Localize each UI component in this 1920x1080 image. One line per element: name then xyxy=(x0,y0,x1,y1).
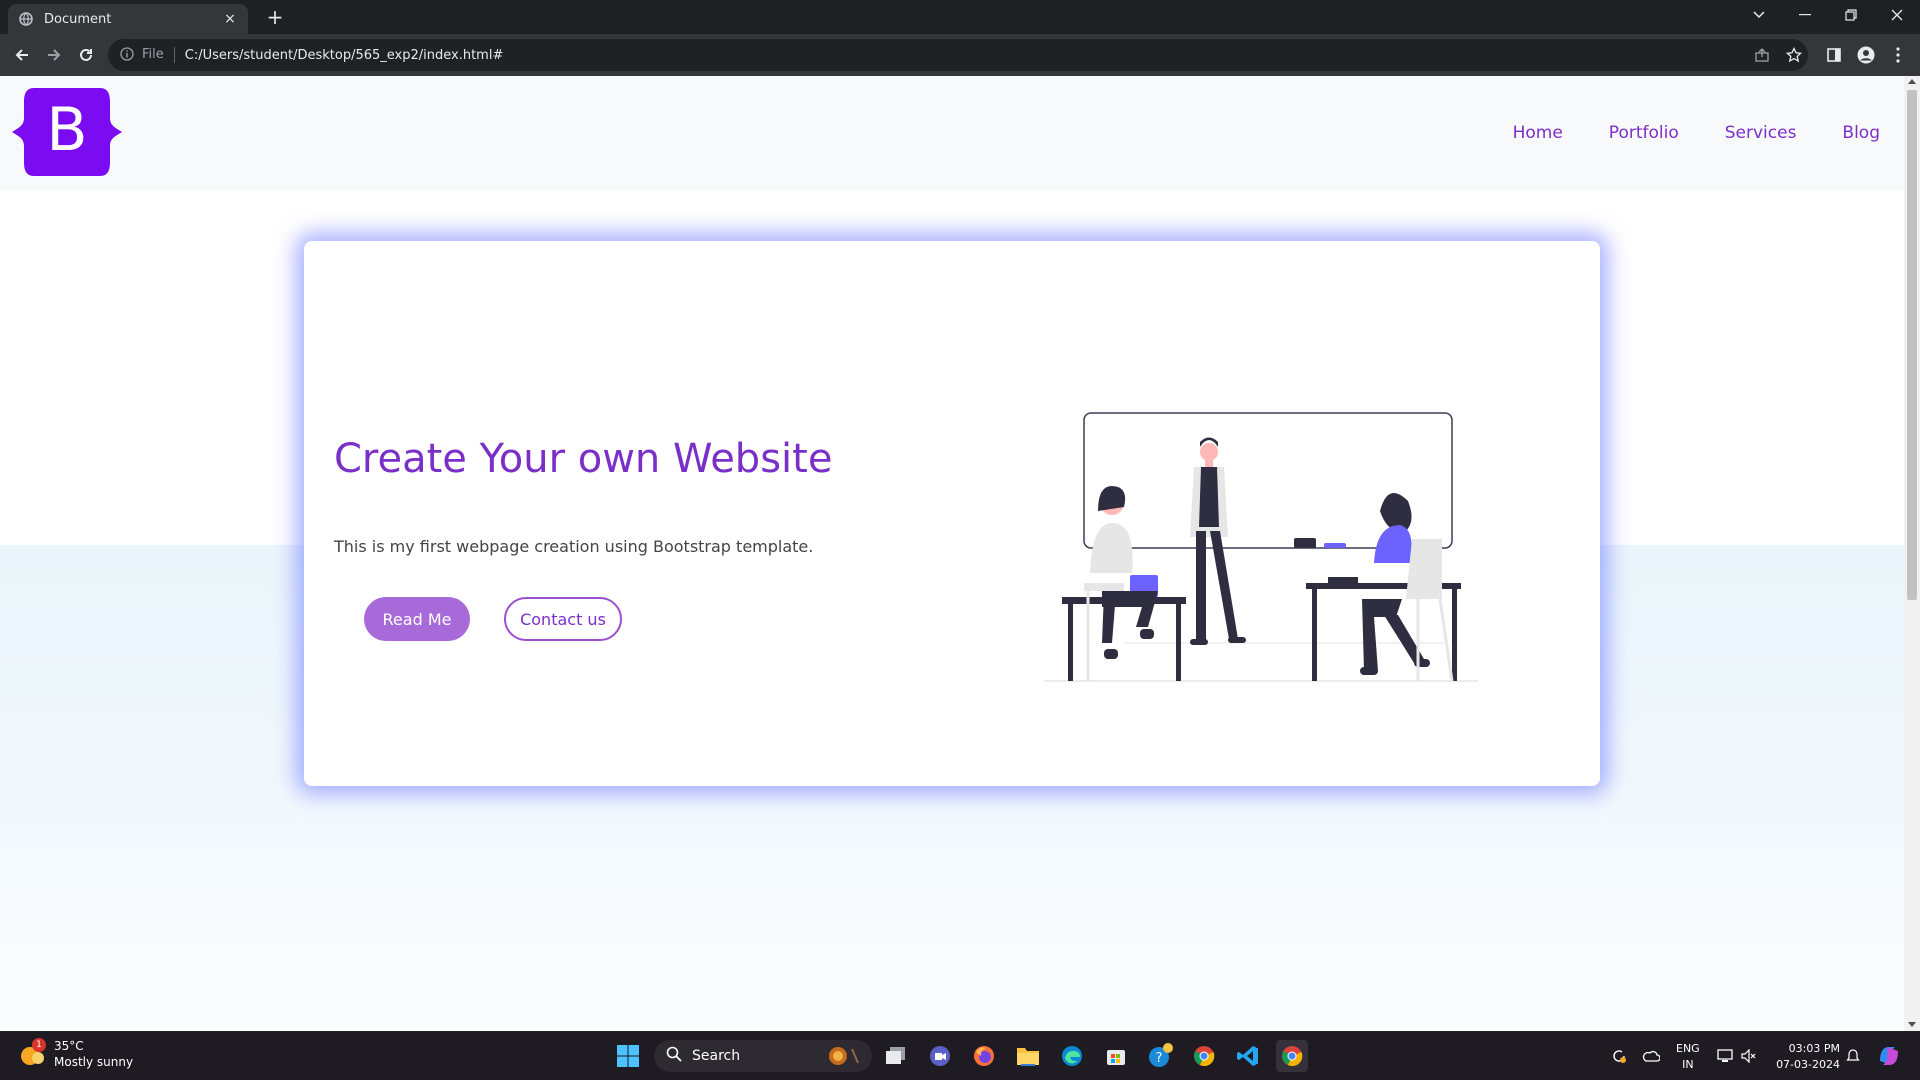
tab-search-icon[interactable] xyxy=(1736,0,1782,30)
file-scheme-label: File xyxy=(142,47,175,63)
clock-time: 03:03 PM xyxy=(1788,1042,1840,1055)
favicon-icon xyxy=(18,11,34,27)
scrollbar-thumb[interactable] xyxy=(1907,90,1917,600)
windows-start-icon[interactable] xyxy=(612,1040,644,1072)
lang-bottom: IN xyxy=(1682,1058,1694,1071)
site-navbar: B Home Portfolio Services Blog xyxy=(0,76,1904,190)
file-explorer-icon[interactable] xyxy=(1012,1040,1044,1072)
info-icon[interactable] xyxy=(120,46,134,65)
system-clock[interactable]: 03:03 PM 07-03-2024 xyxy=(1776,1041,1840,1073)
browser-titlebar: Document × + xyxy=(0,0,1920,34)
share-icon[interactable] xyxy=(1750,43,1774,67)
scroll-down-icon[interactable] xyxy=(1908,1022,1916,1027)
contact-us-button[interactable]: Contact us xyxy=(504,597,622,641)
sync-icon[interactable] xyxy=(1608,1040,1630,1072)
logo-letter: B xyxy=(46,95,87,165)
scroll-up-icon[interactable] xyxy=(1908,79,1916,84)
network-icon[interactable] xyxy=(1714,1040,1736,1072)
language-indicator[interactable]: ENG IN xyxy=(1676,1041,1700,1073)
copilot-icon[interactable] xyxy=(1874,1040,1904,1072)
taskbar-search[interactable]: Search xyxy=(654,1040,872,1072)
minimize-icon[interactable] xyxy=(1782,0,1828,30)
address-bar[interactable]: File C:/Users/student/Desktop/565_exp2/i… xyxy=(108,39,1808,71)
onedrive-icon[interactable] xyxy=(1640,1040,1662,1072)
help-icon[interactable]: ? xyxy=(1144,1040,1176,1072)
nav-links: Home Portfolio Services Blog xyxy=(1513,76,1904,190)
restore-icon[interactable] xyxy=(1828,0,1874,30)
firefox-icon[interactable] xyxy=(968,1040,1000,1072)
read-me-button[interactable]: Read Me xyxy=(364,597,470,641)
weather-temp: 35°C xyxy=(54,1039,84,1053)
url-text[interactable]: C:/Users/student/Desktop/565_exp2/index.… xyxy=(185,48,504,63)
chrome-icon[interactable] xyxy=(1188,1040,1220,1072)
nav-blog[interactable]: Blog xyxy=(1842,123,1880,143)
weather-badge: 1 xyxy=(32,1038,46,1052)
search-highlight-icon xyxy=(826,1045,862,1071)
vscode-icon[interactable] xyxy=(1232,1040,1264,1072)
hero-text: This is my first webpage creation using … xyxy=(334,537,814,556)
tab-close-icon[interactable]: × xyxy=(222,11,238,27)
page-viewport: B Home Portfolio Services Blog Create Yo… xyxy=(0,76,1904,1031)
weather-widget[interactable]: 1 35°C Mostly sunny xyxy=(18,1038,133,1070)
close-icon[interactable] xyxy=(1874,0,1920,30)
nav-services[interactable]: Services xyxy=(1725,123,1797,143)
new-tab-button[interactable]: + xyxy=(262,6,288,30)
weather-desc: Mostly sunny xyxy=(54,1055,134,1069)
reload-icon[interactable] xyxy=(74,43,98,67)
search-label: Search xyxy=(692,1048,741,1064)
nav-home[interactable]: Home xyxy=(1513,123,1563,143)
notification-icon[interactable] xyxy=(1842,1040,1864,1072)
teams-icon[interactable] xyxy=(924,1040,956,1072)
store-icon[interactable] xyxy=(1100,1040,1132,1072)
edge-icon[interactable] xyxy=(1056,1040,1088,1072)
chrome-active-icon[interactable] xyxy=(1276,1040,1308,1072)
bootstrap-logo[interactable]: B xyxy=(12,88,122,176)
office-illustration xyxy=(1044,361,1514,691)
hero-card: Create Your own Website This is my first… xyxy=(304,241,1600,786)
browser-toolbar: File C:/Users/student/Desktop/565_exp2/i… xyxy=(0,34,1920,76)
browser-tab[interactable]: Document × xyxy=(8,4,248,34)
lang-top: ENG xyxy=(1676,1042,1700,1055)
page-scrollbar[interactable] xyxy=(1904,76,1920,1031)
nav-portfolio[interactable]: Portfolio xyxy=(1609,123,1679,143)
volume-muted-icon[interactable] xyxy=(1738,1040,1760,1072)
side-panel-icon[interactable] xyxy=(1822,43,1846,67)
bookmark-star-icon[interactable] xyxy=(1782,43,1806,67)
profile-icon[interactable] xyxy=(1854,43,1878,67)
search-icon xyxy=(666,1046,682,1066)
svg-text:?: ? xyxy=(1156,1051,1163,1066)
tab-title: Document xyxy=(44,11,112,27)
menu-icon[interactable] xyxy=(1886,43,1910,67)
sun-icon: 1 xyxy=(18,1038,46,1068)
clock-date: 07-03-2024 xyxy=(1776,1058,1840,1071)
hero-title: Create Your own Website xyxy=(334,436,833,482)
windows-taskbar: 1 35°C Mostly sunny Search ? ENG IN 03:0… xyxy=(0,1032,1920,1080)
forward-icon[interactable] xyxy=(42,43,66,67)
back-icon[interactable] xyxy=(10,43,34,67)
task-view-icon[interactable] xyxy=(880,1040,912,1072)
